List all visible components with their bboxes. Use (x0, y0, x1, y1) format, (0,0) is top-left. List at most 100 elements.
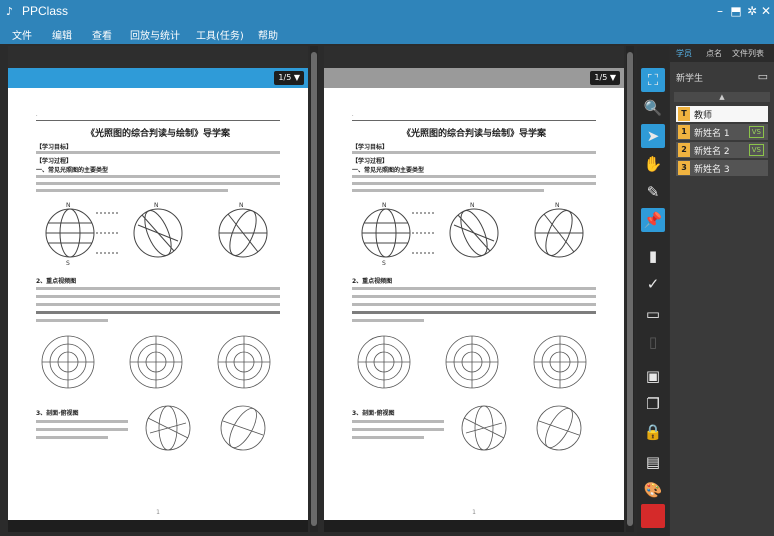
survey-icon[interactable]: ✓ (641, 272, 665, 296)
color-swatch-icon[interactable] (641, 504, 665, 528)
zoom-icon[interactable]: 🔍 (641, 96, 665, 120)
page-number: 1 (156, 509, 160, 516)
student-name: 新姓名 3 (694, 165, 730, 175)
pen-icon[interactable]: ✎ (641, 180, 665, 204)
pane-header-left: 1/5 ▼ (8, 68, 308, 88)
svg-text:N: N (154, 202, 159, 209)
document-content: . 《光照图的综合判读与绘制》导学案 【学习目标】 【学习过程】 一、常见光照图… (8, 88, 308, 520)
svg-text:N: N (239, 202, 244, 209)
doc-text-line (352, 151, 596, 154)
vs-button[interactable]: VS (748, 126, 764, 138)
close-button[interactable]: ✕ (758, 3, 774, 19)
menu-help[interactable]: 帮助 (258, 27, 278, 42)
doc-text-line (352, 287, 596, 290)
student-row-teacher[interactable]: T 教师 (676, 106, 768, 122)
lock-icon[interactable]: 🔒 (641, 420, 665, 444)
doc-text-line (352, 319, 424, 322)
page-number: 1 (472, 509, 476, 516)
pin-icon[interactable]: 📌 (641, 208, 665, 232)
document-page-right[interactable]: . 《光照图的综合判读与绘制》导学案 【学习目标】 【学习过程】 一、常见光照图… (324, 88, 624, 520)
page-selector-right[interactable]: 1/5 ▼ (590, 71, 620, 85)
tab-roll-call[interactable]: 点名 (706, 48, 722, 59)
menu-view[interactable]: 查看 (92, 27, 112, 42)
panel-tabs: 学员 点名 文件列表 (670, 46, 774, 62)
student-badge: 3 (678, 161, 690, 175)
restore-button[interactable]: ⬒ (728, 3, 744, 19)
menu-playback-stats[interactable]: 回放与统计 (130, 27, 180, 42)
doc-text-line (36, 303, 280, 306)
tab-students[interactable]: 学员 (676, 48, 692, 59)
card-icon[interactable]: ▤ (641, 450, 665, 474)
doc-text-line (352, 428, 444, 431)
folder-icon[interactable]: ▭ (758, 70, 768, 83)
section-globes (461, 405, 582, 451)
document-page-left[interactable]: . 《光照图的综合判读与绘制》导学案 【学习目标】 【学习过程】 一、常见光照图… (8, 88, 308, 520)
doc-section-1: 一、常见光照图的主要类型 (352, 167, 425, 174)
student-badge: 2 (678, 143, 690, 157)
doc-heading-process: 【学习过程】 (36, 158, 73, 165)
doc-text-line (36, 189, 228, 192)
menu-bar: 文件 编辑 查看 回放与统计 工具(任务) 帮助 (0, 24, 774, 44)
doc-title: 《光照图的综合判读与绘制》导学案 (85, 129, 230, 139)
copy-icon[interactable]: ❐ (641, 392, 665, 416)
scroll-thumb[interactable] (311, 52, 317, 526)
globe-diagrams-row1: N S N N (361, 202, 584, 267)
doc-text-line (36, 420, 128, 423)
menu-edit[interactable]: 编辑 (52, 27, 72, 42)
cursor-icon[interactable]: ➤ (641, 124, 665, 148)
doc-text-line (36, 295, 280, 298)
scrollbar-left[interactable] (310, 46, 318, 532)
student-row-2[interactable]: 2 新姓名 2 VS (676, 142, 768, 158)
palette-icon[interactable]: 🎨 (641, 478, 665, 502)
doc-text-line (352, 175, 596, 178)
pane-header-right: 1/5 ▼ (324, 68, 624, 88)
doc-text-line (36, 287, 280, 290)
doc-text-line (36, 182, 280, 185)
student-name: 新姓名 1 (694, 129, 730, 139)
svg-text:N: N (382, 202, 387, 209)
screen-icon[interactable]: ⛶ (641, 68, 665, 92)
vs-button[interactable]: VS (748, 144, 764, 156)
scrollbar-right[interactable] (626, 46, 634, 532)
tab-file-list[interactable]: 文件列表 (732, 48, 764, 59)
polar-diagrams-row (357, 335, 587, 389)
doc-text-line (36, 311, 280, 314)
hand-icon[interactable]: ✋ (641, 152, 665, 176)
document-pane-right: 1/5 ▼ . 《光照图的综合判读与绘制》导学案 【学习目标】 【学习过程】 一… (324, 46, 624, 532)
app-logo-icon: ♪ (6, 5, 14, 18)
student-name: 教师 (694, 111, 713, 121)
menu-tools[interactable]: 工具(任务) (196, 27, 244, 42)
student-name: 新姓名 2 (694, 147, 730, 157)
pane-bottom-bar (8, 520, 308, 532)
doc-title: 《光照图的综合判读与绘制》导学案 (401, 129, 546, 139)
doc-text-line (36, 436, 108, 439)
doc-text-line (36, 319, 108, 322)
doc-header-line: . (352, 112, 596, 121)
bar-chart-icon[interactable]: ▮ (641, 244, 665, 268)
doc-text-line (352, 182, 596, 185)
pane-top-bar (324, 46, 624, 68)
page-selector-left[interactable]: 1/5 ▼ (274, 71, 304, 85)
doc-section-3: 3、剖面·俯视图 (36, 410, 79, 417)
doc-section-2: 2、重点视频图 (36, 278, 77, 285)
svg-text:N: N (555, 202, 560, 209)
student-row-3[interactable]: 3 新姓名 3 (676, 160, 768, 176)
doc-text-line (36, 428, 128, 431)
svg-text:N: N (66, 202, 71, 209)
polar-diagrams-row (41, 335, 271, 389)
scroll-thumb[interactable] (627, 52, 633, 526)
student-row-1[interactable]: 1 新姓名 1 VS (676, 124, 768, 140)
student-panel: 学员 点名 文件列表 新学生 ▭ ▲ T 教师 1 新姓名 1 VS 2 新姓名… (670, 46, 774, 536)
folder-open-icon[interactable]: ▭ (641, 302, 665, 326)
menu-file[interactable]: 文件 (12, 27, 32, 42)
window-icon[interactable]: ▣ (641, 364, 665, 388)
student-badge: T (678, 107, 690, 121)
document-pane-left: 1/5 ▼ . 《光照图的综合判读与绘制》导学案 【学习目标】 【学习过程】 一… (8, 46, 308, 532)
document-icon[interactable]: ▯ (641, 330, 665, 354)
doc-section-1: 一、常见光照图的主要类型 (36, 167, 109, 174)
collapse-button[interactable]: ▲ (674, 92, 770, 102)
minimize-button[interactable]: – (712, 3, 728, 19)
app-title: PPClass (22, 4, 69, 18)
ppclass-window: ♪ PPClass – ⬒ ✲ ✕ 文件 编辑 查看 回放与统计 工具(任务) … (0, 0, 774, 536)
doc-text-line (352, 311, 596, 314)
